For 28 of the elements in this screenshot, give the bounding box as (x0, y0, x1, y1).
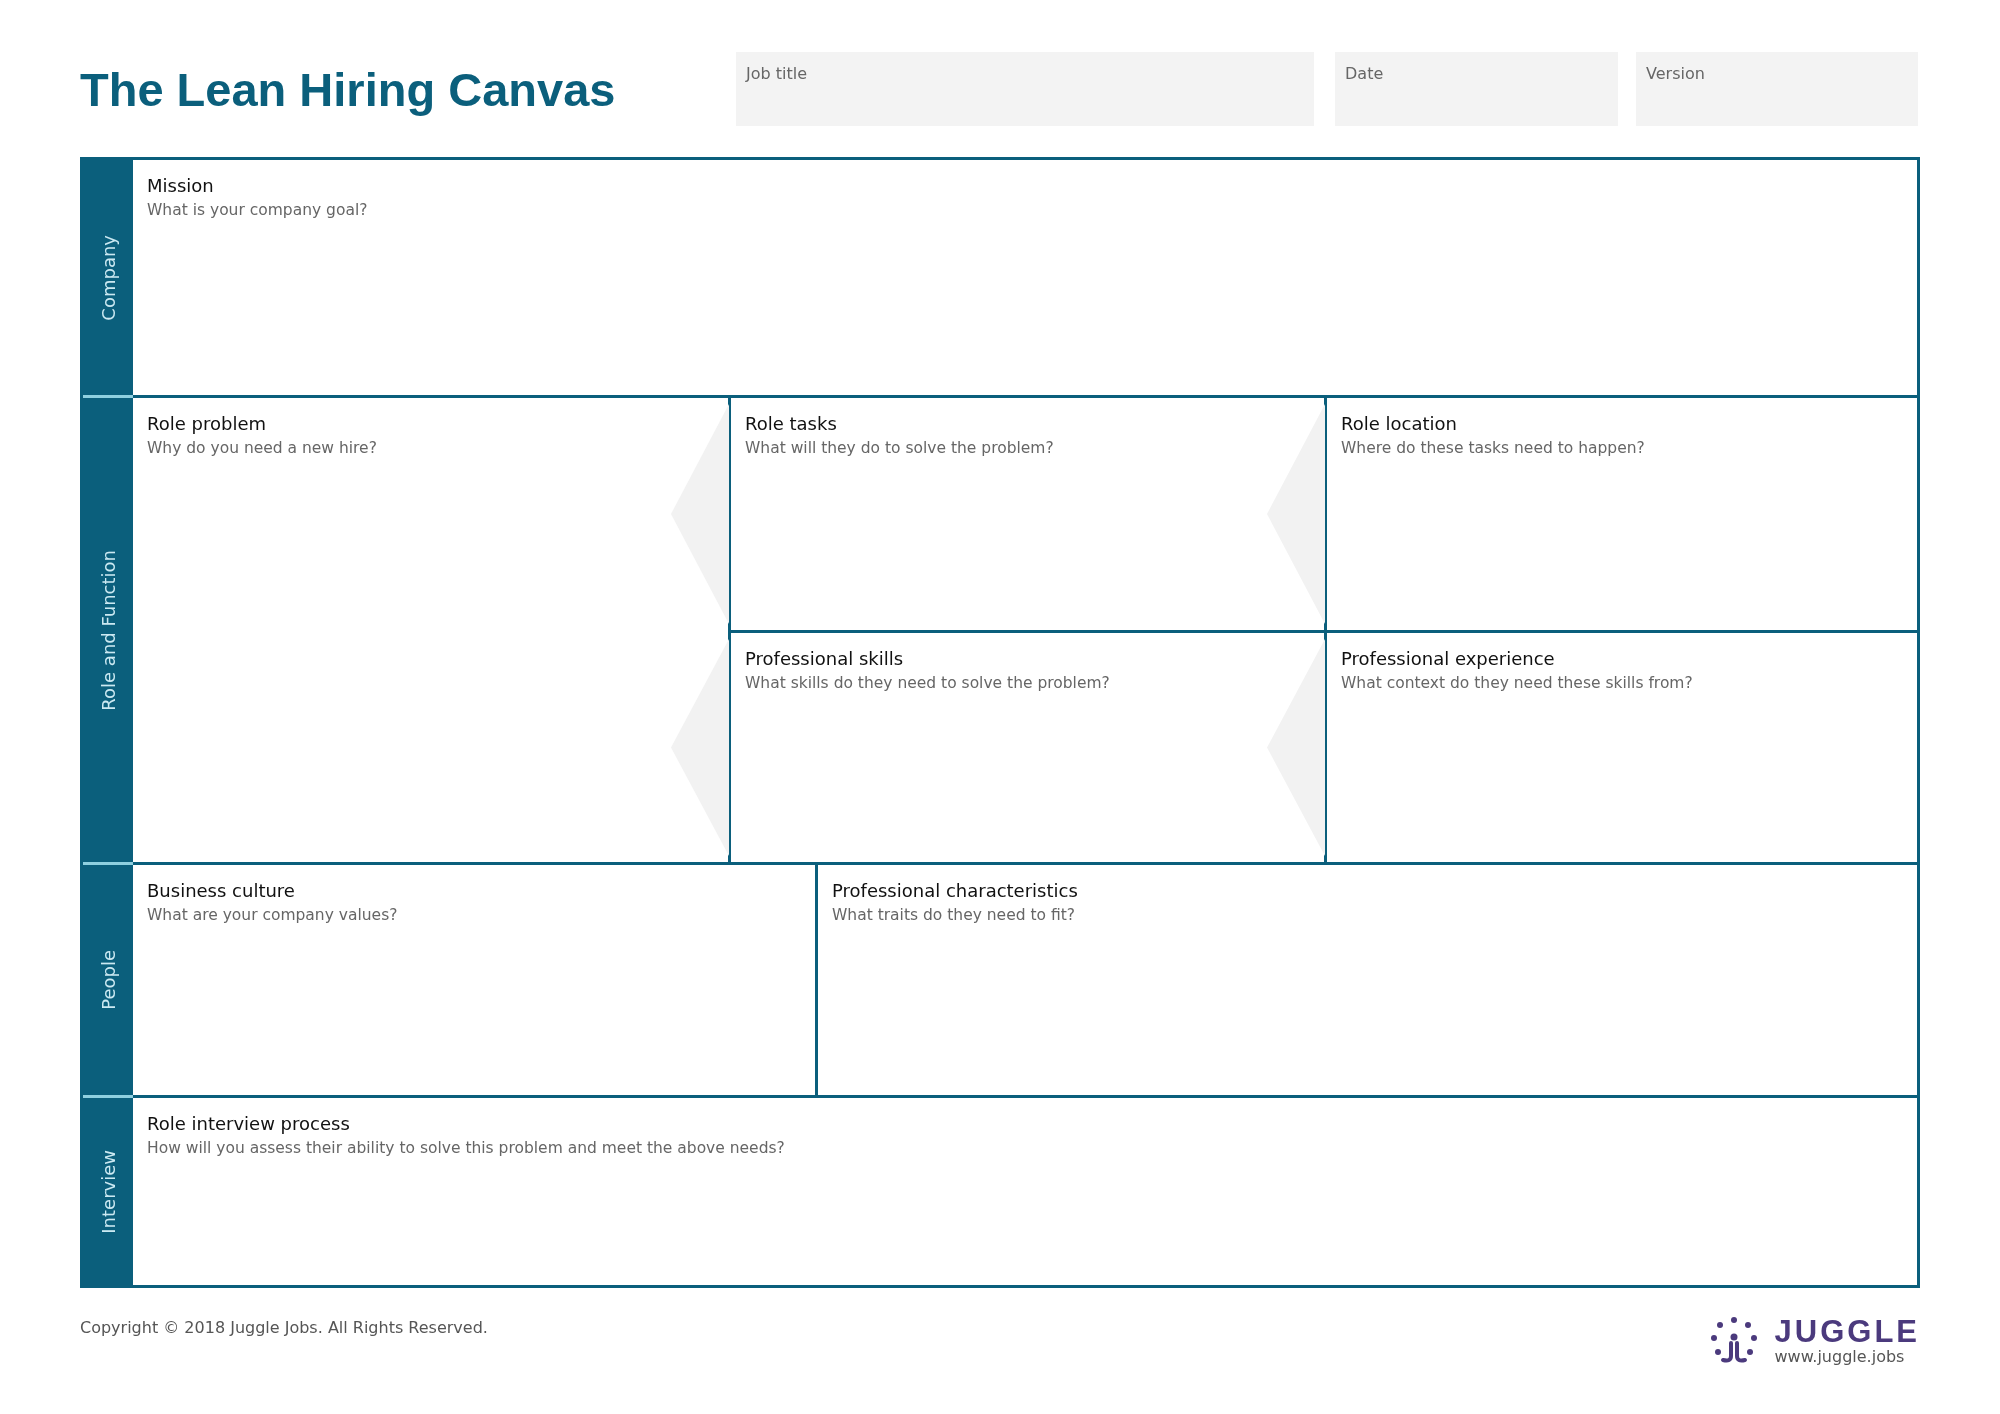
block-title: Professional characteristics (832, 879, 1079, 903)
block-prompt: Why do you need a new hire? (147, 438, 378, 459)
block-title: Professional skills (745, 647, 905, 671)
block-prompt: What traits do they need to fit? (832, 905, 1076, 926)
block-title: Business culture (147, 879, 296, 903)
website-url: www.juggle.jobs (1774, 1347, 1906, 1367)
block-prompt: Where do these tasks need to happen? (1341, 438, 1646, 459)
section-label: People (96, 950, 120, 1010)
block-title: Role problem (147, 412, 267, 436)
brand-name: JUGGLE (1774, 1316, 1920, 1347)
block-prompt: What context do they need these skills from? (1341, 673, 1694, 694)
input-field[interactable]: Job title (736, 52, 1314, 126)
block-prompt: What skills do they need to solve the problem? (745, 673, 1111, 694)
block-title: Professional experience (1341, 647, 1556, 671)
section-label: Company (96, 234, 120, 321)
block-title: Role tasks (745, 412, 838, 436)
block-title: Mission (147, 174, 215, 198)
block-prompt: What are your company values? (147, 905, 399, 926)
input-field[interactable]: Version (1636, 52, 1918, 126)
section-label: Interview (96, 1149, 120, 1234)
input-field[interactable]: Date (1335, 52, 1618, 126)
block-title: Role interview process (147, 1112, 351, 1136)
block-prompt: What is your company goal? (147, 200, 369, 221)
copyright-text: Copyright © 2018 Juggle Jobs. All Rights Reserved. (80, 1317, 488, 1339)
block-prompt: How will you assess their ability to solve this problem and meet the above needs? (147, 1138, 786, 1159)
block-title: Role location (1341, 412, 1458, 436)
block-prompt: What will they do to solve the problem? (745, 438, 1055, 459)
section-label: Role and Function (96, 549, 120, 711)
